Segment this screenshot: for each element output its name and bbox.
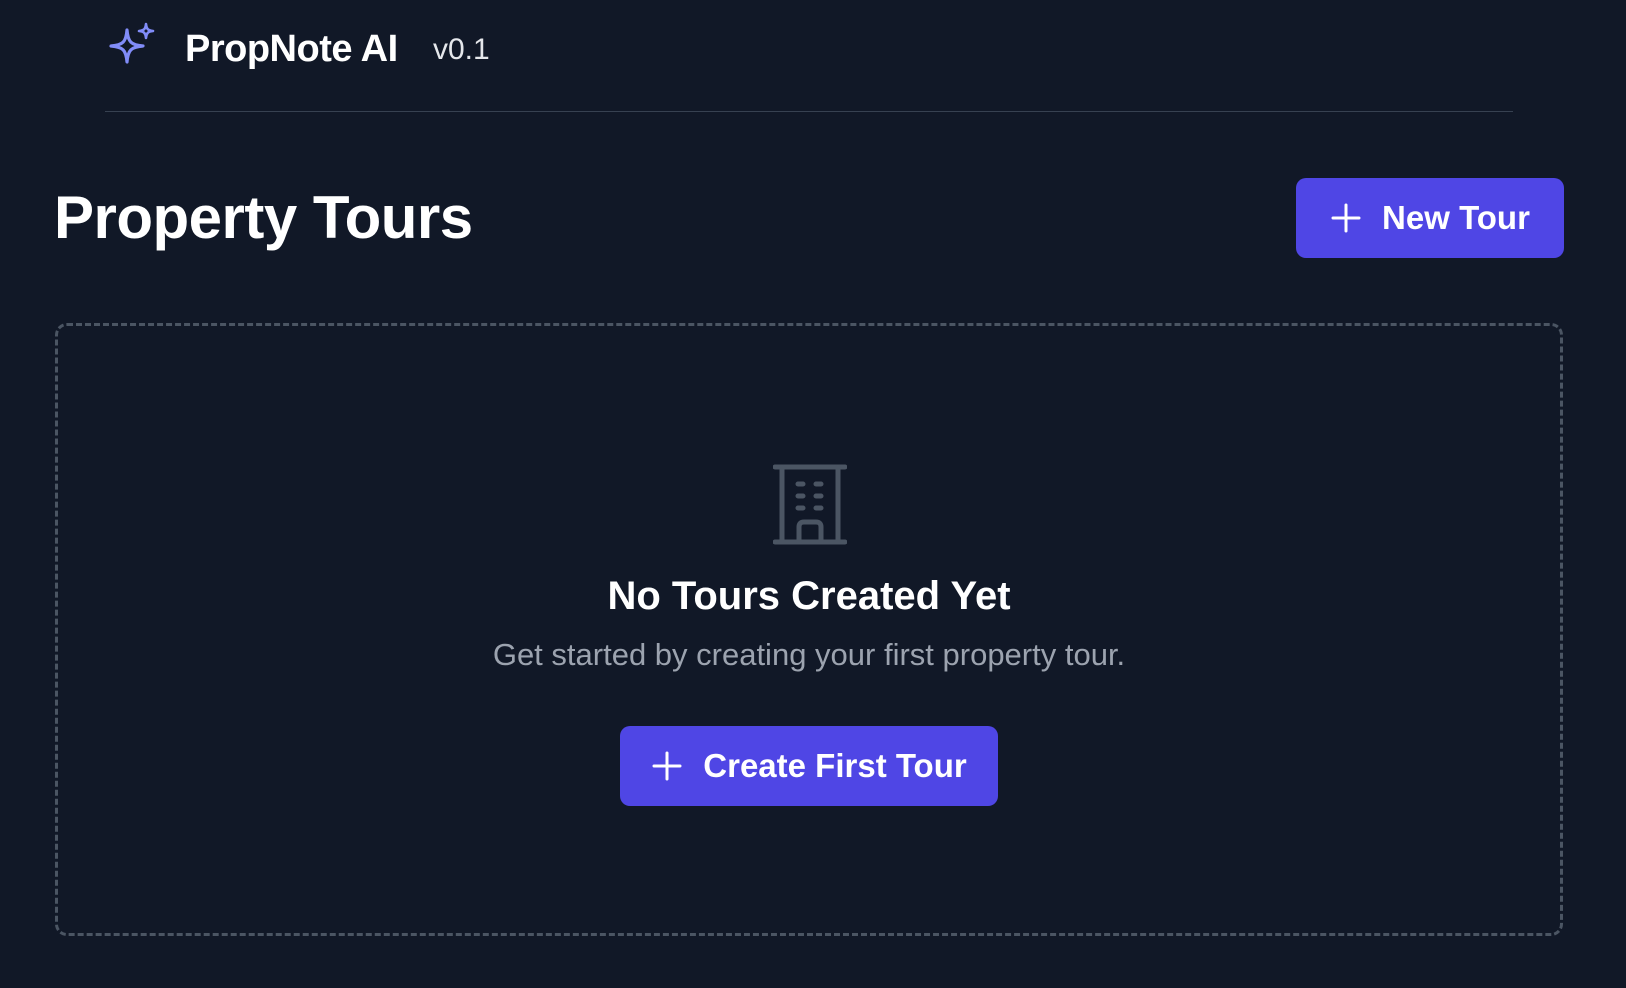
app-version: v0.1 <box>433 33 490 66</box>
sparkles-icon <box>109 22 155 64</box>
empty-state-subtitle: Get started by creating your first prope… <box>492 637 1126 672</box>
plus-icon <box>652 751 682 781</box>
plus-icon <box>1331 203 1361 233</box>
new-tour-label: New Tour <box>1382 199 1530 236</box>
app-name: PropNote AI <box>185 28 398 70</box>
building-icon <box>773 464 847 545</box>
app-header: PropNote AI v0.1 <box>105 0 1513 112</box>
empty-state-panel: No Tours Created Yet Get started by crea… <box>55 323 1563 936</box>
empty-state-title: No Tours Created Yet <box>607 574 1011 618</box>
new-tour-button[interactable]: New Tour <box>1296 178 1564 258</box>
create-first-tour-button[interactable]: Create First Tour <box>620 726 998 806</box>
create-first-tour-label: Create First Tour <box>703 747 967 784</box>
page-title: Property Tours <box>54 184 473 251</box>
